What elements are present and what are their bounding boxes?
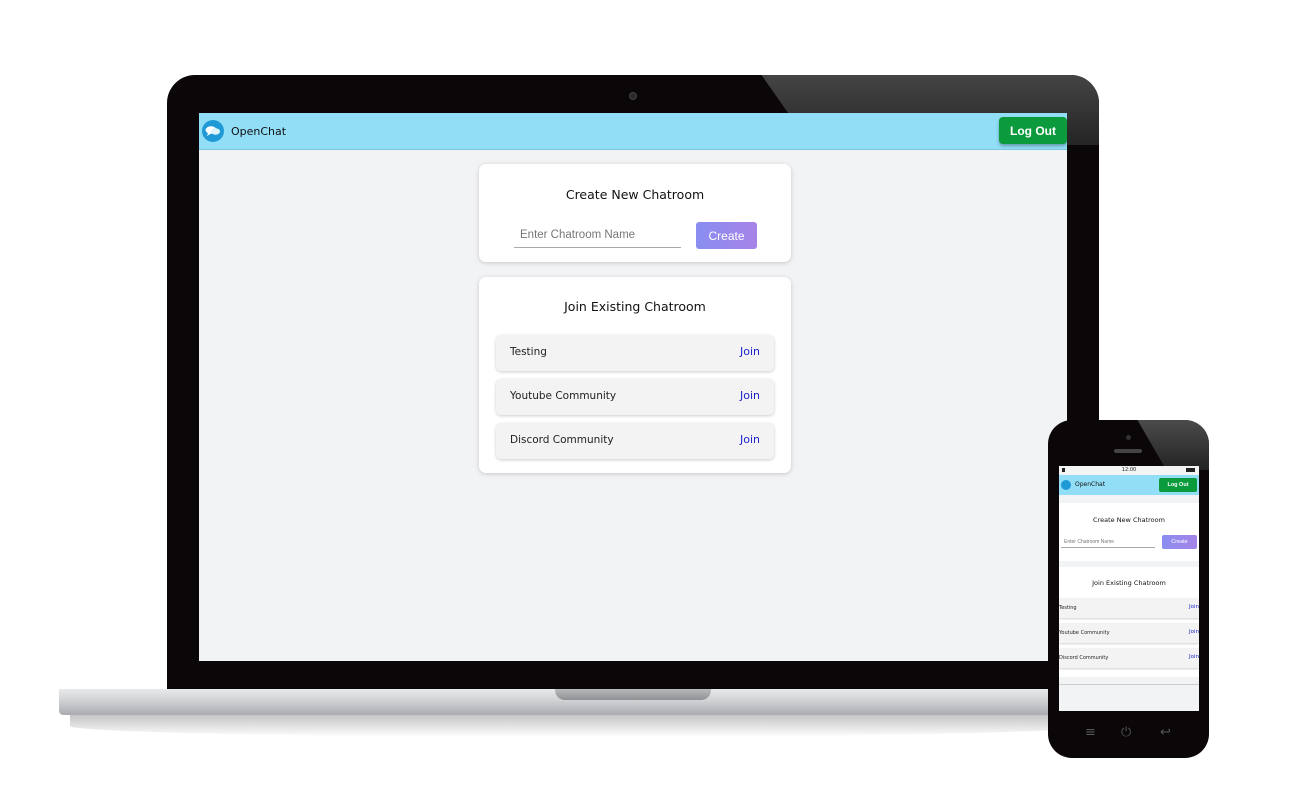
phone-hardware-buttons: ≡ ⏻ ↩ xyxy=(1048,720,1209,745)
brand[interactable]: OpenChat xyxy=(202,120,286,142)
menu-icon[interactable]: ≡ xyxy=(1085,725,1096,740)
laptop-shadow xyxy=(70,715,1090,737)
phone-device: 12:00 OpenChat Log Out Create New Chatro… xyxy=(1048,420,1209,758)
phone-glare xyxy=(1131,420,1209,470)
phone-screen: 12:00 OpenChat Log Out Create New Chatro… xyxy=(1059,466,1199,711)
logout-button[interactable]: Log Out xyxy=(1159,478,1197,492)
create-card-title: Create New Chatroom xyxy=(1093,516,1165,524)
back-icon[interactable]: ↩ xyxy=(1160,725,1171,740)
create-button[interactable]: Create xyxy=(1162,535,1197,549)
camera-icon xyxy=(629,92,637,100)
join-link[interactable]: Join xyxy=(740,345,760,358)
app-name: OpenChat xyxy=(1075,481,1106,488)
chatroom-name-input[interactable] xyxy=(514,223,681,248)
chat-bubbles-icon xyxy=(202,120,224,142)
room-name: Discord Community xyxy=(1059,655,1109,661)
phone-navbar: OpenChat Log Out xyxy=(1059,475,1199,495)
join-card-title: Join Existing Chatroom xyxy=(564,299,706,314)
room-row: Discord Community Join xyxy=(1059,648,1199,668)
room-row: Testing Join xyxy=(496,335,774,371)
laptop-notch xyxy=(555,689,711,700)
join-link[interactable]: Join xyxy=(740,433,760,446)
status-time: 12:00 xyxy=(1121,467,1137,473)
logout-button[interactable]: Log Out xyxy=(999,117,1067,144)
create-button[interactable]: Create xyxy=(696,222,757,249)
join-card-title: Join Existing Chatroom xyxy=(1092,579,1166,587)
navbar: OpenChat Log Out xyxy=(199,113,1067,150)
room-row: Testing Join xyxy=(1059,598,1199,618)
phone-speaker xyxy=(1114,449,1142,453)
create-chatroom-card: Create New Chatroom Create xyxy=(1059,503,1199,561)
join-link[interactable]: Join xyxy=(1189,604,1199,610)
chat-bubbles-icon xyxy=(1061,480,1071,490)
divider xyxy=(1059,684,1199,685)
room-row: Youtube Community Join xyxy=(1059,623,1199,643)
room-name: Youtube Community xyxy=(1059,630,1110,636)
room-name: Discord Community xyxy=(510,434,614,446)
join-chatroom-card: Join Existing Chatroom Testing Join Yout… xyxy=(479,277,791,473)
join-link[interactable]: Join xyxy=(1189,629,1199,635)
chatroom-name-input[interactable] xyxy=(1061,536,1155,548)
room-name: Testing xyxy=(510,346,547,358)
create-chatroom-card: Create New Chatroom Create xyxy=(479,164,791,262)
laptop-lid: OpenChat Log Out Create New Chatroom Cre… xyxy=(167,75,1099,691)
room-row: Discord Community Join xyxy=(496,423,774,459)
power-icon[interactable]: ⏻ xyxy=(1121,725,1131,740)
join-link[interactable]: Join xyxy=(1189,654,1199,660)
app-name: OpenChat xyxy=(231,124,287,138)
phone-camera-icon xyxy=(1126,435,1131,440)
join-link[interactable]: Join xyxy=(740,389,760,402)
room-name: Testing xyxy=(1059,605,1077,611)
mockup-stage: OpenChat Log Out Create New Chatroom Cre… xyxy=(0,0,1300,801)
join-chatroom-card: Join Existing Chatroom Testing Join Yout… xyxy=(1059,567,1199,677)
room-name: Youtube Community xyxy=(510,390,617,402)
room-row: Youtube Community Join xyxy=(496,379,774,415)
laptop-screen: OpenChat Log Out Create New Chatroom Cre… xyxy=(199,113,1067,661)
create-card-title: Create New Chatroom xyxy=(565,187,705,202)
phone-status-bar: 12:00 xyxy=(1059,466,1199,474)
battery-icon xyxy=(1186,468,1195,472)
